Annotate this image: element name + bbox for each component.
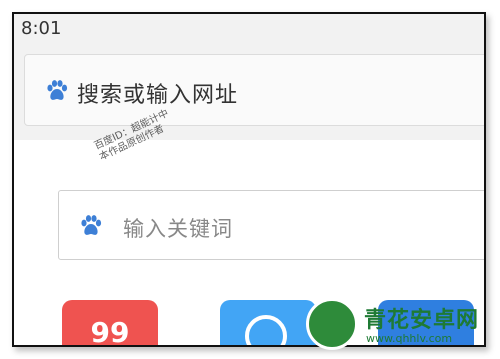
site-brand-watermark: 青花安卓网 www.qhhlv.com bbox=[300, 296, 496, 358]
brand-title: 青花安卓网 bbox=[364, 308, 480, 333]
shortcut-tile-label: 99 bbox=[90, 316, 130, 347]
shortcut-tile-99[interactable]: 99 bbox=[62, 300, 158, 347]
baidu-paw-icon bbox=[47, 80, 68, 100]
status-time: 8:01 bbox=[21, 18, 62, 39]
compass-icon bbox=[245, 315, 287, 345]
status-bar: 8:01 bbox=[14, 14, 484, 50]
brand-url: www.qhhlv.com bbox=[366, 332, 453, 345]
search-box[interactable]: 输入关键词 bbox=[58, 190, 484, 260]
baidu-paw-icon bbox=[81, 215, 102, 235]
address-bar-placeholder: 搜索或输入网址 bbox=[77, 83, 239, 108]
search-placeholder: 输入关键词 bbox=[123, 217, 233, 241]
brand-logo-icon bbox=[306, 298, 358, 350]
address-bar[interactable]: 搜索或输入网址 bbox=[24, 54, 484, 126]
